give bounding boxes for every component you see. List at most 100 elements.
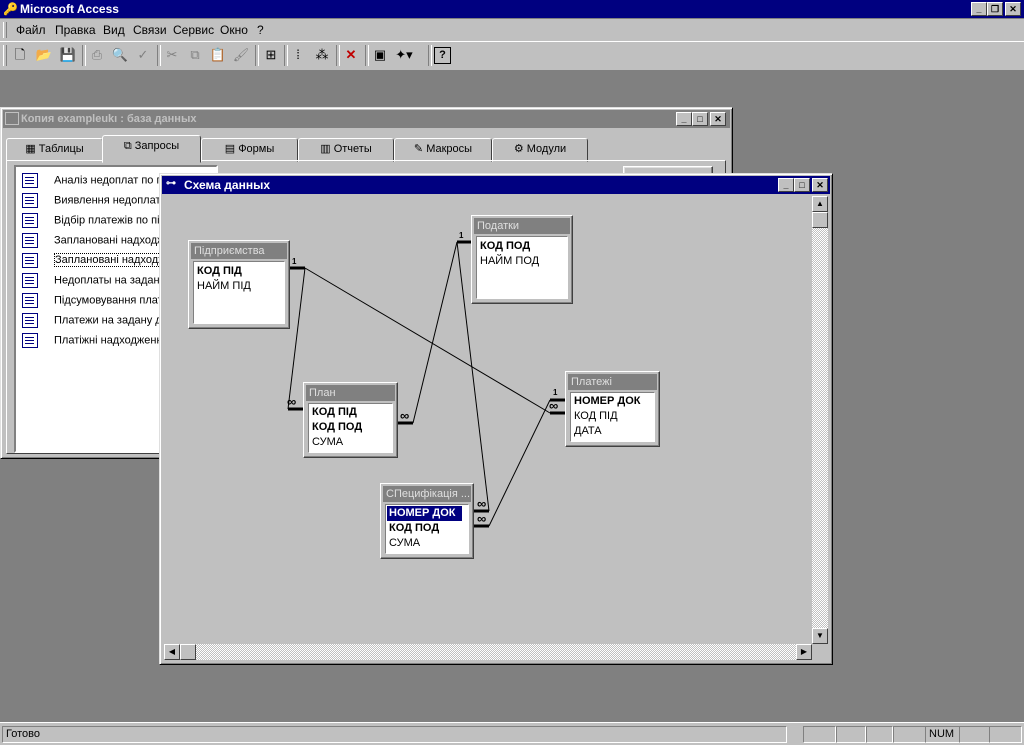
tab-macros[interactable]: ✎ Макросы bbox=[394, 138, 492, 162]
status-panel bbox=[866, 726, 893, 743]
field-item-selected[interactable]: НОМЕР ДОК bbox=[387, 506, 462, 521]
list-item[interactable]: Відбір платежів по під bbox=[22, 213, 166, 231]
menu-grip bbox=[3, 22, 7, 38]
menu-tools[interactable]: Сервис bbox=[173, 23, 214, 37]
menu-window[interactable]: Окно bbox=[220, 23, 248, 37]
list-item[interactable]: Заплановані надходж bbox=[22, 233, 165, 251]
print-preview-icon[interactable]: 🔍 bbox=[110, 45, 130, 65]
help-icon[interactable]: ? bbox=[434, 47, 451, 64]
relationships-canvas[interactable]: 1 1 1 ∞ ∞ ∞ ∞ ∞ Підприємства КОД ПІД НАЙ… bbox=[164, 196, 810, 644]
field-item[interactable]: СУМА bbox=[389, 536, 420, 551]
tab-forms-label: Формы bbox=[238, 143, 275, 155]
field-item[interactable]: КОД ПІД bbox=[197, 264, 242, 279]
database-icon bbox=[5, 112, 19, 125]
tab-forms[interactable]: ▤ Формы bbox=[201, 138, 298, 162]
field-item[interactable]: КОД ПІД bbox=[312, 405, 357, 420]
vertical-scrollbar[interactable] bbox=[812, 196, 828, 644]
db-minimize-button[interactable]: _ bbox=[676, 112, 692, 126]
field-list: КОД ПІД НАЙМ ПІД bbox=[193, 261, 285, 324]
show-table-icon[interactable]: ⊞ bbox=[261, 45, 281, 65]
tab-macros-label: Макросы bbox=[426, 143, 473, 155]
modules-tab-icon: ⚙ bbox=[513, 143, 527, 155]
database-window-title: Копия exampleukı : база данных bbox=[21, 113, 197, 125]
database-window-icon[interactable]: ▣ bbox=[370, 45, 390, 65]
menu-view[interactable]: Вид bbox=[103, 23, 125, 37]
db-close-button[interactable]: ✕ bbox=[710, 112, 726, 126]
delete-icon[interactable]: ✕ bbox=[341, 45, 361, 65]
tab-queries[interactable]: ⧉ Запросы bbox=[102, 135, 201, 163]
list-item[interactable]: Недоплаты на заданн bbox=[22, 273, 166, 291]
forms-tab-icon: ▤ bbox=[224, 143, 239, 155]
field-list: КОД ПІД КОД ПОД СУМА bbox=[308, 403, 393, 453]
reports-tab-icon: ▥ bbox=[320, 143, 334, 155]
tab-tables-label: Таблицы bbox=[38, 143, 84, 155]
new-icon[interactable]: 🗋 bbox=[10, 45, 30, 65]
cardinality-one: 1 bbox=[459, 231, 464, 240]
query-icon bbox=[22, 253, 38, 268]
size-grip[interactable] bbox=[812, 644, 828, 660]
table-specyfikaciya[interactable]: СПецифікація ... НОМЕР ДОК КОД ПОД СУМА bbox=[380, 483, 474, 559]
query-name: Відбір платежів по під bbox=[54, 214, 166, 227]
tables-tab-icon: ▦ bbox=[25, 143, 39, 155]
table-title: Податки bbox=[474, 218, 570, 234]
list-item[interactable]: Платіжні надходженн bbox=[22, 333, 163, 351]
restore-button[interactable]: ❐ bbox=[987, 2, 1003, 16]
menu-help[interactable]: ? bbox=[257, 23, 264, 37]
table-pidpryemstva[interactable]: Підприємства КОД ПІД НАЙМ ПІД bbox=[188, 240, 290, 329]
scroll-up-button[interactable]: ▲ bbox=[812, 196, 828, 212]
minimize-button[interactable]: _ bbox=[971, 2, 987, 16]
show-direct-icon[interactable]: ⁞ bbox=[288, 45, 308, 65]
list-item[interactable]: Підсумовування плате bbox=[22, 293, 169, 311]
vertical-scroll-thumb[interactable] bbox=[812, 212, 828, 228]
status-text: Готово bbox=[2, 726, 787, 743]
rel-maximize-button[interactable]: □ bbox=[794, 178, 810, 192]
field-item[interactable]: КОД ПОД bbox=[389, 521, 439, 536]
menu-file[interactable]: Файл bbox=[16, 23, 46, 37]
paste-icon[interactable]: 📋 bbox=[208, 45, 228, 65]
scroll-down-button[interactable]: ▼ bbox=[812, 628, 828, 644]
horizontal-scrollbar[interactable] bbox=[164, 644, 812, 660]
field-item[interactable]: КОД ПОД bbox=[480, 239, 530, 254]
scroll-left-button[interactable]: ◀ bbox=[164, 644, 180, 660]
field-item[interactable]: СУМА bbox=[312, 435, 343, 450]
new-object-icon[interactable]: ✦▾ bbox=[394, 45, 414, 65]
close-button[interactable]: ✕ bbox=[1005, 2, 1021, 16]
save-icon[interactable]: 💾 bbox=[58, 45, 78, 65]
query-icon bbox=[22, 313, 38, 328]
field-item[interactable]: НАЙМ ПОД bbox=[480, 254, 539, 269]
horizontal-scroll-thumb[interactable] bbox=[180, 644, 196, 660]
field-item[interactable]: НАЙМ ПІД bbox=[197, 279, 251, 294]
field-item[interactable]: НОМЕР ДОК bbox=[574, 394, 641, 409]
table-plan[interactable]: План КОД ПІД КОД ПОД СУМА bbox=[303, 382, 398, 458]
list-item[interactable]: Виявлення недоплат bbox=[22, 193, 161, 211]
menu-relationships[interactable]: Связи bbox=[133, 23, 167, 37]
relationships-icon: ⊶ bbox=[166, 178, 176, 189]
tab-reports-label: Отчеты bbox=[333, 143, 372, 155]
status-panel bbox=[803, 726, 836, 743]
print-icon[interactable]: ⎙ bbox=[87, 45, 107, 65]
rel-minimize-button[interactable]: _ bbox=[778, 178, 794, 192]
tab-tables[interactable]: ▦ Таблицы bbox=[6, 138, 103, 162]
db-maximize-button[interactable]: □ bbox=[692, 112, 708, 126]
scroll-right-button[interactable]: ▶ bbox=[796, 644, 812, 660]
list-item[interactable]: Платежи на задану да bbox=[22, 313, 168, 331]
tab-modules[interactable]: ⚙ Модули bbox=[492, 138, 588, 162]
field-item[interactable]: ДАТА bbox=[574, 424, 602, 439]
field-item[interactable]: КОД ПОД bbox=[312, 420, 362, 435]
table-podatki[interactable]: Податки КОД ПОД НАЙМ ПОД bbox=[471, 215, 573, 304]
open-icon[interactable]: 📂 bbox=[34, 45, 54, 65]
spelling-icon[interactable]: ✓ bbox=[133, 45, 153, 65]
list-item[interactable]: Аналіз недоплат по пі... bbox=[22, 173, 174, 191]
table-platezhi[interactable]: Платежі НОМЕР ДОК КОД ПІД ДАТА bbox=[565, 371, 660, 447]
format-painter-icon[interactable]: 🖌 bbox=[231, 45, 251, 65]
list-item[interactable]: Заплановані надходж bbox=[22, 253, 167, 271]
rel-close-button[interactable]: ✕ bbox=[812, 178, 828, 192]
cut-icon[interactable]: ✂ bbox=[162, 45, 182, 65]
copy-icon[interactable]: ⧉ bbox=[185, 45, 205, 65]
show-all-icon[interactable]: ⁂ bbox=[312, 45, 332, 65]
menu-edit[interactable]: Правка bbox=[55, 23, 96, 37]
field-item[interactable]: КОД ПІД bbox=[574, 409, 618, 424]
query-icon bbox=[22, 233, 38, 248]
tab-reports[interactable]: ▥ Отчеты bbox=[298, 138, 394, 162]
query-name: Виявлення недоплат bbox=[54, 194, 161, 207]
